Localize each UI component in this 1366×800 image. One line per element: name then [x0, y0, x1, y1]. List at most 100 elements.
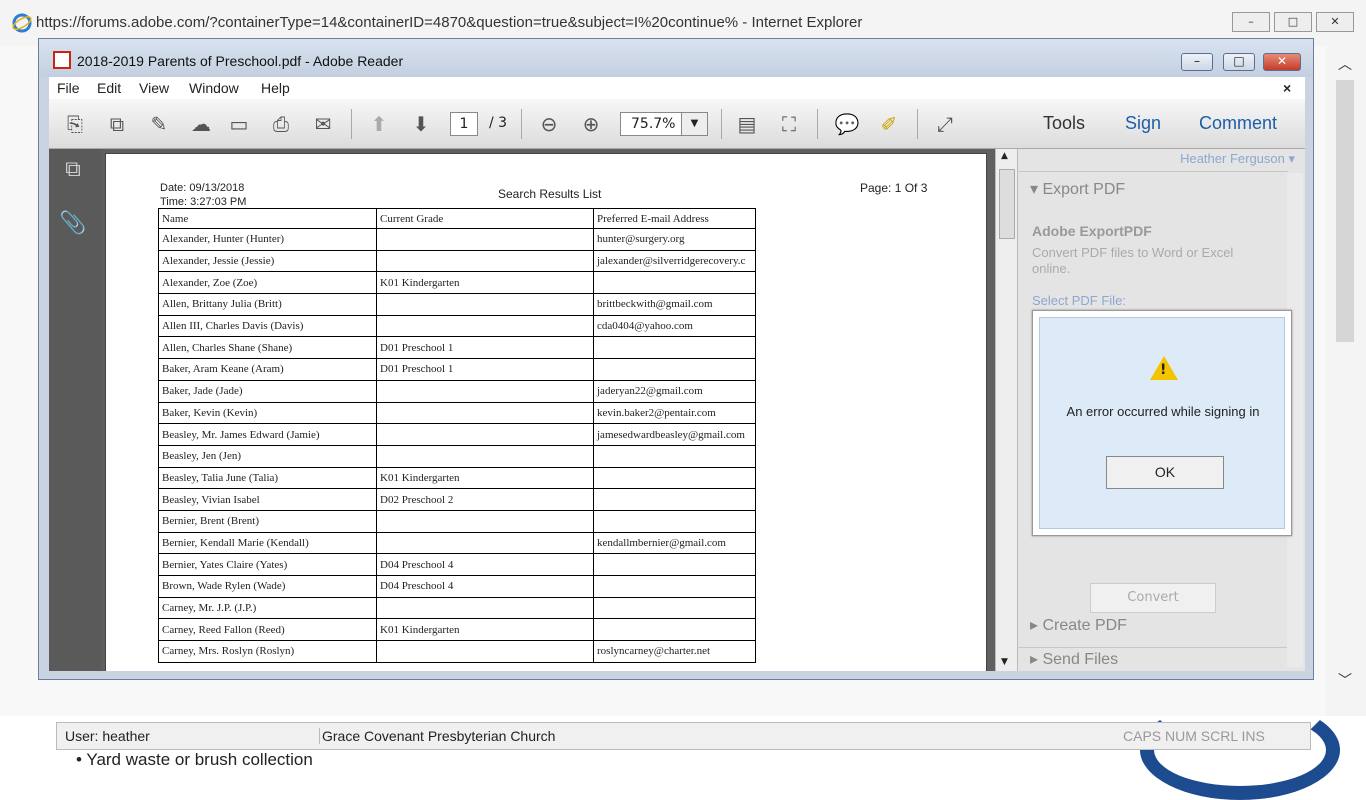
previous-page-icon[interactable]: ⬆ — [365, 111, 393, 137]
page-thumbnails-icon[interactable]: ⧉ — [59, 157, 87, 187]
save-icon[interactable]: ▭ — [225, 111, 253, 137]
cell-email — [593, 358, 756, 381]
cell-name: Beasley, Jen (Jen) — [158, 444, 377, 468]
table-row: Beasley, Talia June (Talia) K01 Kindergar… — [158, 466, 756, 490]
table-row: Baker, Aram Keane (Aram) D01 Preschool 1 — [158, 358, 756, 381]
cell-grade — [376, 314, 594, 338]
table-row: Bernier, Yates Claire (Yates) D04 Prescho… — [158, 553, 756, 576]
reader-titlebar: 2018-2019 Parents of Preschool.pdf - Ado… — [39, 39, 1313, 77]
fit-width-icon[interactable]: ⛶ — [775, 111, 803, 137]
scroll-up-icon[interactable]: ▲ — [1001, 151, 1008, 161]
menu-window[interactable]: Window — [189, 80, 239, 96]
cell-name: Brown, Wade Rylen (Wade) — [158, 575, 377, 598]
create-pdf-header[interactable]: ▸ Create PDF — [1030, 615, 1127, 635]
cell-name: Beasley, Vivian Isabel — [158, 488, 377, 511]
cell-email — [593, 336, 756, 360]
menu-bar: File Edit View Window Help × — [49, 77, 1305, 99]
cell-name: Bernier, Yates Claire (Yates) — [158, 553, 377, 576]
zoom-select[interactable]: 75.7% ▼ — [620, 112, 708, 136]
cell-email: jalexander@silverridgerecovery.c — [593, 249, 756, 273]
cell-email: kendallmbernier@gmail.com — [593, 531, 756, 555]
scroll-down-icon[interactable]: ﹀ — [1338, 670, 1352, 690]
browser-minimize-button[interactable]: – — [1232, 12, 1270, 32]
cell-email — [593, 509, 756, 533]
menu-file[interactable]: File — [57, 80, 80, 96]
next-page-icon[interactable]: ⬇ — [407, 111, 435, 137]
fit-page-icon[interactable]: ▤ — [733, 111, 761, 137]
menu-edit[interactable]: Edit — [97, 80, 121, 96]
zoom-in-icon[interactable]: ⊕ — [577, 111, 605, 137]
divider — [1018, 171, 1288, 172]
table-row: Carney, Mrs. Roslyn (Roslyn) roslyncarney… — [158, 640, 756, 663]
page-number-input[interactable]: 1 — [450, 112, 478, 136]
browser-scroll-thumb[interactable] — [1336, 80, 1354, 342]
comment-button[interactable]: Comment — [1199, 113, 1277, 134]
cell-name: Carney, Mr. J.P. (J.P.) — [158, 596, 377, 620]
comment-bubble-icon[interactable]: 💬 — [833, 111, 861, 137]
document-view[interactable]: Date: 09/13/2018 Time: 3:27:03 PM Search… — [101, 149, 995, 671]
webpage-bullet-text: • Yard waste or brush collection — [76, 750, 313, 769]
cell-grade: K01 Kindergarten — [376, 466, 594, 490]
zoom-value: 75.7% — [631, 116, 676, 132]
cell-email — [593, 618, 756, 642]
doc-page-number: Page: 1 Of 3 — [860, 181, 928, 195]
scroll-up-icon[interactable]: ︿ — [1338, 54, 1352, 74]
navigation-pane: ⧉ 📎 — [49, 149, 101, 671]
document-scrollbar[interactable]: ▲ ▼ — [995, 149, 1017, 671]
pdf-icon — [53, 51, 71, 69]
ok-button[interactable]: OK — [1106, 456, 1224, 489]
table-row: Alexander, Hunter (Hunter) hunter@surgery… — [158, 228, 756, 251]
chevron-down-icon[interactable]: ▼ — [681, 113, 707, 135]
cell-email — [593, 575, 756, 598]
status-org: Grace Covenant Presbyterian Church — [319, 728, 555, 744]
sign-button[interactable]: Sign — [1125, 113, 1161, 134]
create-pdf-icon[interactable]: ⎘ — [61, 111, 89, 137]
pdf-page: Date: 09/13/2018 Time: 3:27:03 PM Search… — [105, 153, 987, 671]
combine-files-icon[interactable]: ⧉ — [103, 111, 131, 137]
reader-minimize-button[interactable]: – — [1181, 53, 1213, 71]
convert-button[interactable]: Convert — [1090, 583, 1216, 613]
menu-close-icon[interactable]: × — [1283, 80, 1291, 96]
church-logo — [1140, 700, 1340, 800]
cell-name: Baker, Aram Keane (Aram) — [158, 358, 377, 381]
attachments-icon[interactable]: 📎 — [59, 211, 87, 241]
reader-title: 2018-2019 Parents of Preschool.pdf - Ado… — [77, 53, 404, 69]
scroll-down-icon[interactable]: ▼ — [1001, 657, 1008, 667]
signed-in-user[interactable]: Heather Ferguson ▾ — [1180, 151, 1295, 167]
select-file-label: Select PDF File: — [1032, 293, 1126, 308]
reader-maximize-button[interactable]: □ — [1223, 53, 1255, 71]
table-row: Bernier, Kendall Marie (Kendall) kendallm… — [158, 531, 756, 555]
table-row: Beasley, Mr. James Edward (Jamie) jamesed… — [158, 423, 756, 446]
highlight-icon[interactable]: ✐ — [875, 111, 903, 137]
zoom-out-icon[interactable]: ⊖ — [535, 111, 563, 137]
app-status-bar: User: heather Grace Covenant Presbyteria… — [56, 722, 1311, 750]
edit-document-icon[interactable]: ✎ — [145, 111, 173, 137]
cell-name: Bernier, Brent (Brent) — [158, 509, 377, 533]
internet-explorer-icon — [12, 13, 32, 33]
table-row: Allen, Charles Shane (Shane) D01 Preschoo… — [158, 336, 756, 360]
document-scroll-thumb[interactable] — [999, 169, 1015, 239]
cell-email — [593, 596, 756, 620]
menu-view[interactable]: View — [139, 80, 169, 96]
send-files-header[interactable]: ▸ Send Files — [1030, 649, 1118, 669]
cell-name: Allen, Brittany Julia (Britt) — [158, 293, 377, 316]
cell-name: Allen, Charles Shane (Shane) — [158, 336, 377, 360]
error-dialog-body: ! An error occurred while signing in OK — [1039, 317, 1285, 529]
fullscreen-icon[interactable]: ⤢ — [931, 111, 959, 137]
browser-close-button[interactable]: ✕ — [1316, 12, 1354, 32]
export-pdf-header[interactable]: ▾ Export PDF — [1030, 179, 1125, 199]
toolbar-divider — [721, 109, 722, 139]
email-icon[interactable]: ✉ — [309, 111, 337, 137]
reader-close-button[interactable]: ✕ — [1263, 53, 1301, 71]
upload-cloud-icon[interactable]: ☁ — [187, 111, 215, 137]
cell-grade — [376, 401, 594, 425]
cell-name: Alexander, Zoe (Zoe) — [158, 271, 377, 295]
print-icon[interactable]: ⎙ — [267, 111, 295, 137]
menu-help[interactable]: Help — [261, 80, 290, 96]
browser-maximize-button[interactable]: □ — [1274, 12, 1312, 32]
tools-button[interactable]: Tools — [1043, 113, 1085, 134]
warning-icon-mark: ! — [1160, 362, 1167, 378]
col-name: Name — [158, 208, 377, 229]
browser-scrollbar[interactable]: ︿ ﹀ — [1326, 46, 1366, 716]
table-row: Carney, Reed Fallon (Reed) K01 Kindergart… — [158, 618, 756, 642]
